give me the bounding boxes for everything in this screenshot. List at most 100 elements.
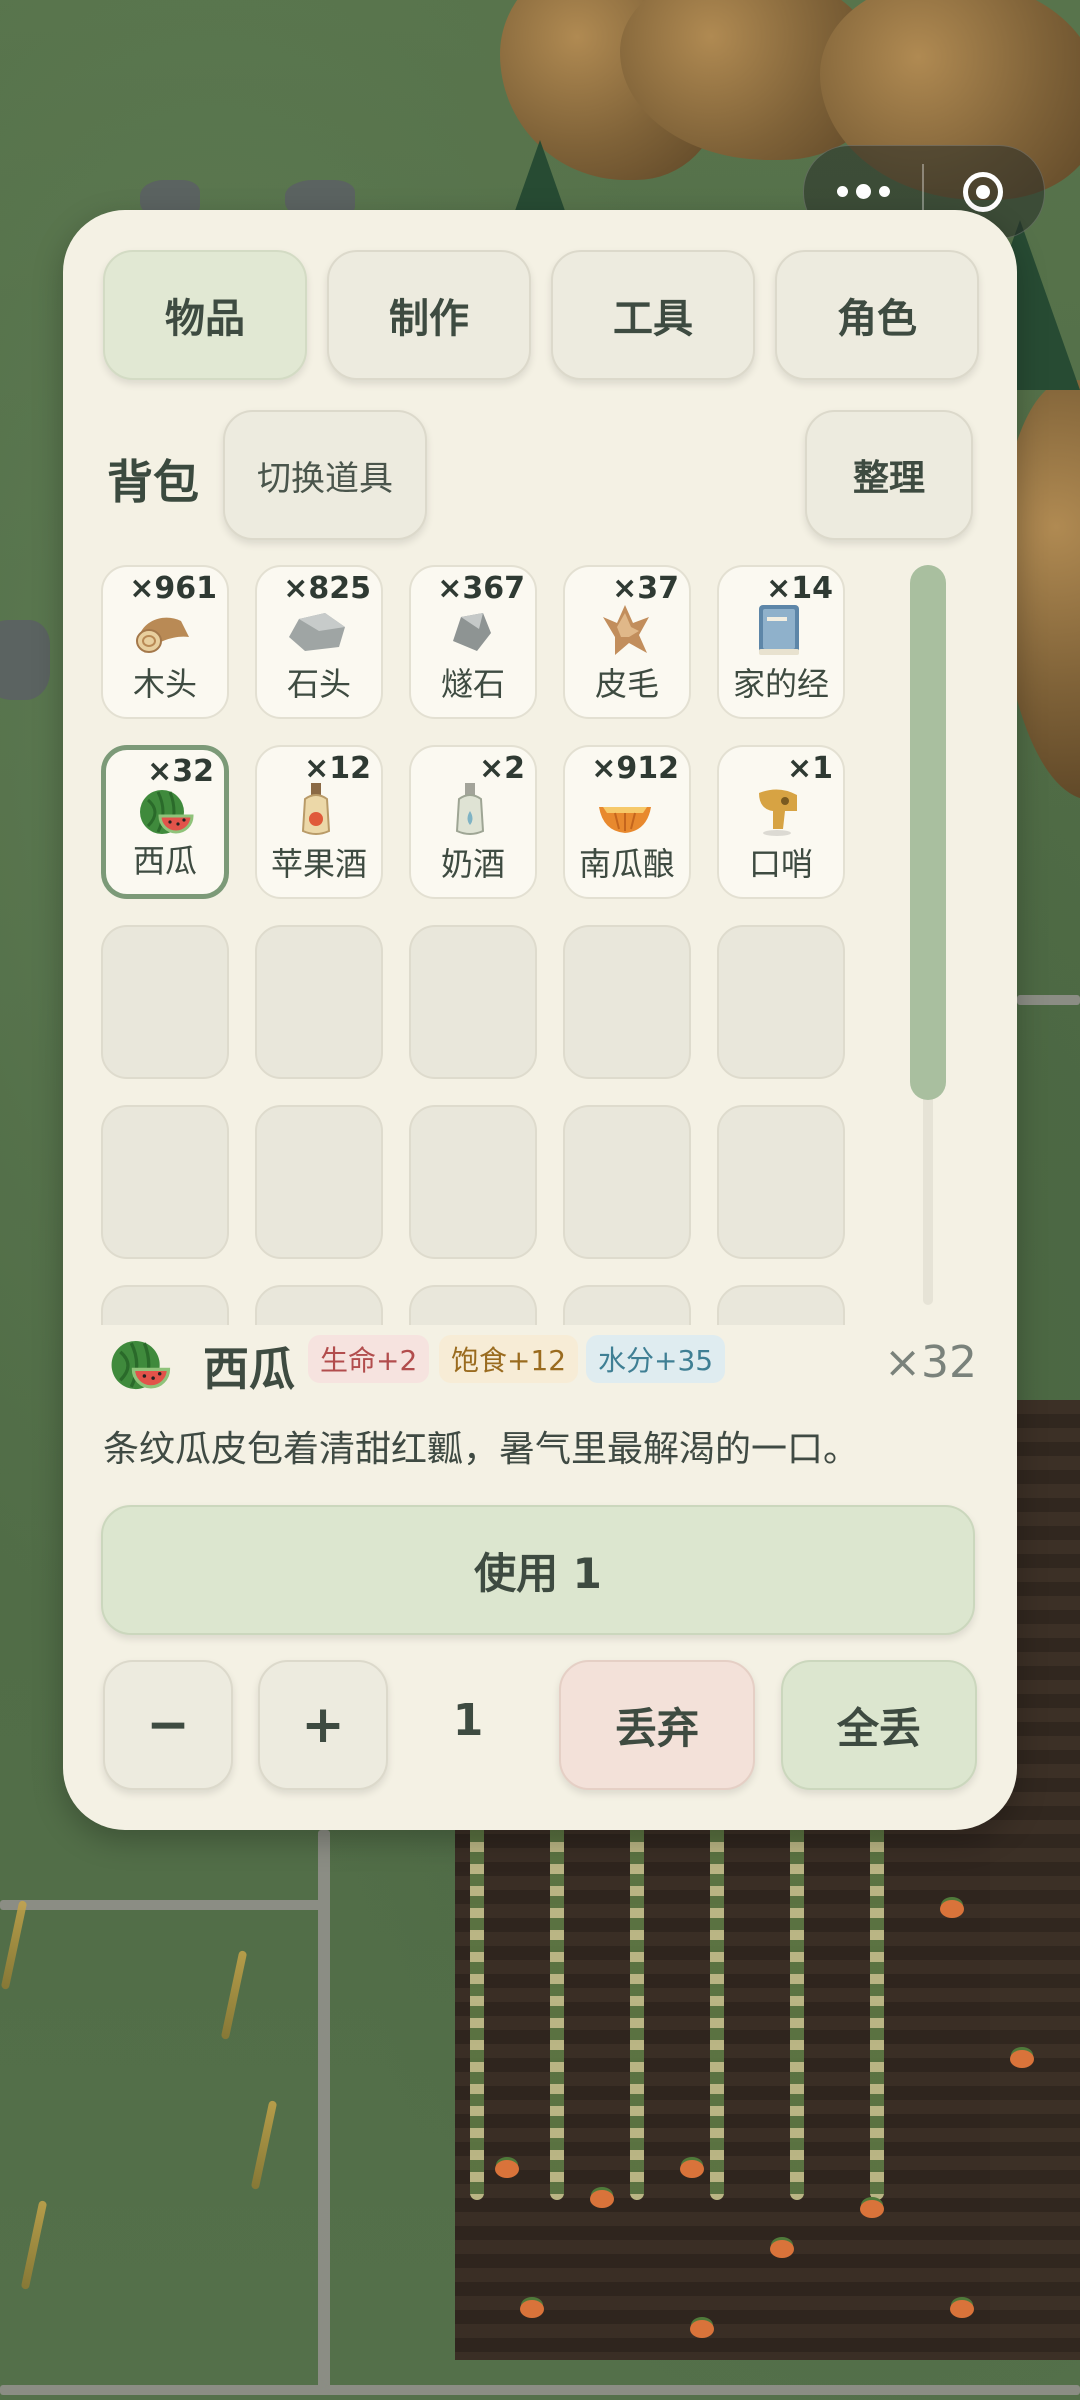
- inventory-slot-empty[interactable]: [717, 1285, 845, 1325]
- switch-items-button[interactable]: 切换道具: [223, 410, 427, 540]
- item-label: 木头: [132, 665, 197, 703]
- selected-item-name: 西瓜: [203, 1342, 295, 1396]
- watermelon-icon: [140, 790, 194, 834]
- item-quantity: ×961: [129, 571, 217, 606]
- decrease-button[interactable]: −: [103, 1660, 233, 1790]
- target-icon: [963, 172, 1003, 212]
- fence: [318, 1830, 330, 2390]
- pumpkin-crop: [690, 2320, 714, 2338]
- item-quantity: ×12: [304, 751, 371, 786]
- inventory-slot[interactable]: ×912 南瓜酿: [563, 745, 691, 899]
- item-description: 条纹瓜皮包着清甜红瓤，暑气里最解渴的一口。: [103, 1429, 860, 1470]
- vine-crop: [790, 1820, 804, 2200]
- inventory-slot-empty[interactable]: [563, 1285, 691, 1325]
- inventory-slot-empty[interactable]: [717, 1105, 845, 1259]
- book-icon: [759, 605, 799, 655]
- item-quantity: ×825: [283, 571, 371, 606]
- item-label: 苹果酒: [270, 845, 367, 883]
- inventory-slot-empty[interactable]: [255, 1105, 383, 1259]
- increase-button[interactable]: +: [258, 1660, 388, 1790]
- watermelon-icon: [111, 1340, 171, 1390]
- item-label: 口哨: [748, 845, 813, 883]
- close-program-button[interactable]: [924, 172, 1042, 212]
- inventory-slot[interactable]: ×367 燧石: [409, 565, 537, 719]
- inventory-slot[interactable]: ×2 奶酒: [409, 745, 537, 899]
- discard-all-button[interactable]: 全丢: [781, 1660, 977, 1790]
- inventory-panel: 物品 制作 工具 角色 背包 切换道具 整理 ×961 木头 ×825 石头 ×…: [63, 210, 1017, 1830]
- fence: [0, 2385, 1080, 2395]
- milk-wine-icon: [455, 783, 485, 835]
- tab-character[interactable]: 角色: [775, 250, 979, 380]
- item-label: 家的经: [732, 665, 829, 703]
- wood-icon: [136, 617, 189, 653]
- tab-crafting[interactable]: 制作: [327, 250, 531, 380]
- vine-crop: [550, 1820, 564, 2200]
- inventory-slot-empty[interactable]: [409, 1105, 537, 1259]
- selected-item-count: ×32: [884, 1337, 977, 1388]
- item-quantity: ×2: [478, 751, 525, 786]
- inventory-slot[interactable]: ×961 木头: [101, 565, 229, 719]
- tab-tools[interactable]: 工具: [551, 250, 755, 380]
- pumpkin-crop: [520, 2300, 544, 2318]
- fence: [1017, 995, 1080, 1005]
- vine-crop: [710, 1820, 724, 2200]
- item-label: 奶酒: [440, 845, 505, 883]
- pumpkin-crop: [1010, 2050, 1034, 2068]
- item-quantity: ×14: [766, 571, 833, 606]
- vine-crop: [630, 1820, 644, 2200]
- inventory-slot-empty[interactable]: [255, 1285, 383, 1325]
- item-label: 石头: [286, 665, 351, 703]
- fur-icon: [603, 605, 649, 655]
- item-quantity: ×912: [591, 751, 679, 786]
- inventory-slot-empty[interactable]: [409, 925, 537, 1079]
- cider-icon: [301, 783, 331, 835]
- item-quantity: ×32: [147, 754, 214, 789]
- fence: [0, 1900, 330, 1910]
- pumpkin-crop: [680, 2160, 704, 2178]
- inventory-slot-empty[interactable]: [255, 925, 383, 1079]
- item-quantity: ×367: [437, 571, 525, 606]
- inventory-grid: ×961 木头 ×825 石头 ×367 燧石 ×37 皮毛 ×14 家的经 ×…: [101, 565, 921, 1325]
- water-effect-badge: 水分+35: [586, 1335, 726, 1383]
- pumpkin-crop: [770, 2240, 794, 2258]
- inventory-slot-empty[interactable]: [101, 1285, 229, 1325]
- inventory-slot-empty[interactable]: [101, 1105, 229, 1259]
- pumpkin-crop: [495, 2160, 519, 2178]
- item-quantity: ×37: [612, 571, 679, 606]
- sort-button[interactable]: 整理: [805, 410, 973, 540]
- pumpkin-crop: [590, 2190, 614, 2208]
- inventory-slot-empty[interactable]: [563, 1105, 691, 1259]
- item-label: 南瓜酿: [578, 845, 675, 883]
- scrollbar-thumb[interactable]: [910, 565, 946, 1100]
- flint-icon: [453, 613, 491, 651]
- amount-value: 1: [452, 1695, 484, 1746]
- inventory-slot[interactable]: ×1 口哨: [717, 745, 845, 899]
- tab-items[interactable]: 物品: [103, 250, 307, 380]
- more-menu-icon[interactable]: [804, 183, 922, 199]
- inventory-slot[interactable]: ×37 皮毛: [563, 565, 691, 719]
- pumpkin-crop: [950, 2300, 974, 2318]
- item-label: 燧石: [440, 665, 505, 703]
- pumpkin-crop: [860, 2200, 884, 2218]
- discard-button[interactable]: 丢弃: [559, 1660, 755, 1790]
- use-button[interactable]: 使用 1: [101, 1505, 975, 1635]
- item-label: 西瓜: [132, 842, 197, 880]
- inventory-slot-selected[interactable]: ×32 西瓜: [101, 745, 229, 899]
- vine-crop: [870, 1820, 884, 2200]
- inventory-slot-empty[interactable]: [101, 925, 229, 1079]
- inventory-slot[interactable]: ×825 石头: [255, 565, 383, 719]
- inventory-slot[interactable]: ×12 苹果酒: [255, 745, 383, 899]
- rock: [0, 620, 50, 700]
- item-quantity: ×1: [786, 751, 833, 786]
- inventory-slot-empty[interactable]: [563, 925, 691, 1079]
- item-label: 皮毛: [594, 665, 659, 703]
- hp-effect-badge: 生命+2: [308, 1335, 430, 1383]
- whistle-icon: [759, 789, 797, 836]
- pumpkin-crop: [940, 1900, 964, 1918]
- food-effect-badge: 饱食+12: [439, 1335, 579, 1383]
- inventory-slot[interactable]: ×14 家的经: [717, 565, 845, 719]
- pumpkin-brew-icon: [599, 807, 651, 833]
- inventory-slot-empty[interactable]: [409, 1285, 537, 1325]
- inventory-slot-empty[interactable]: [717, 925, 845, 1079]
- stone-icon: [289, 613, 345, 651]
